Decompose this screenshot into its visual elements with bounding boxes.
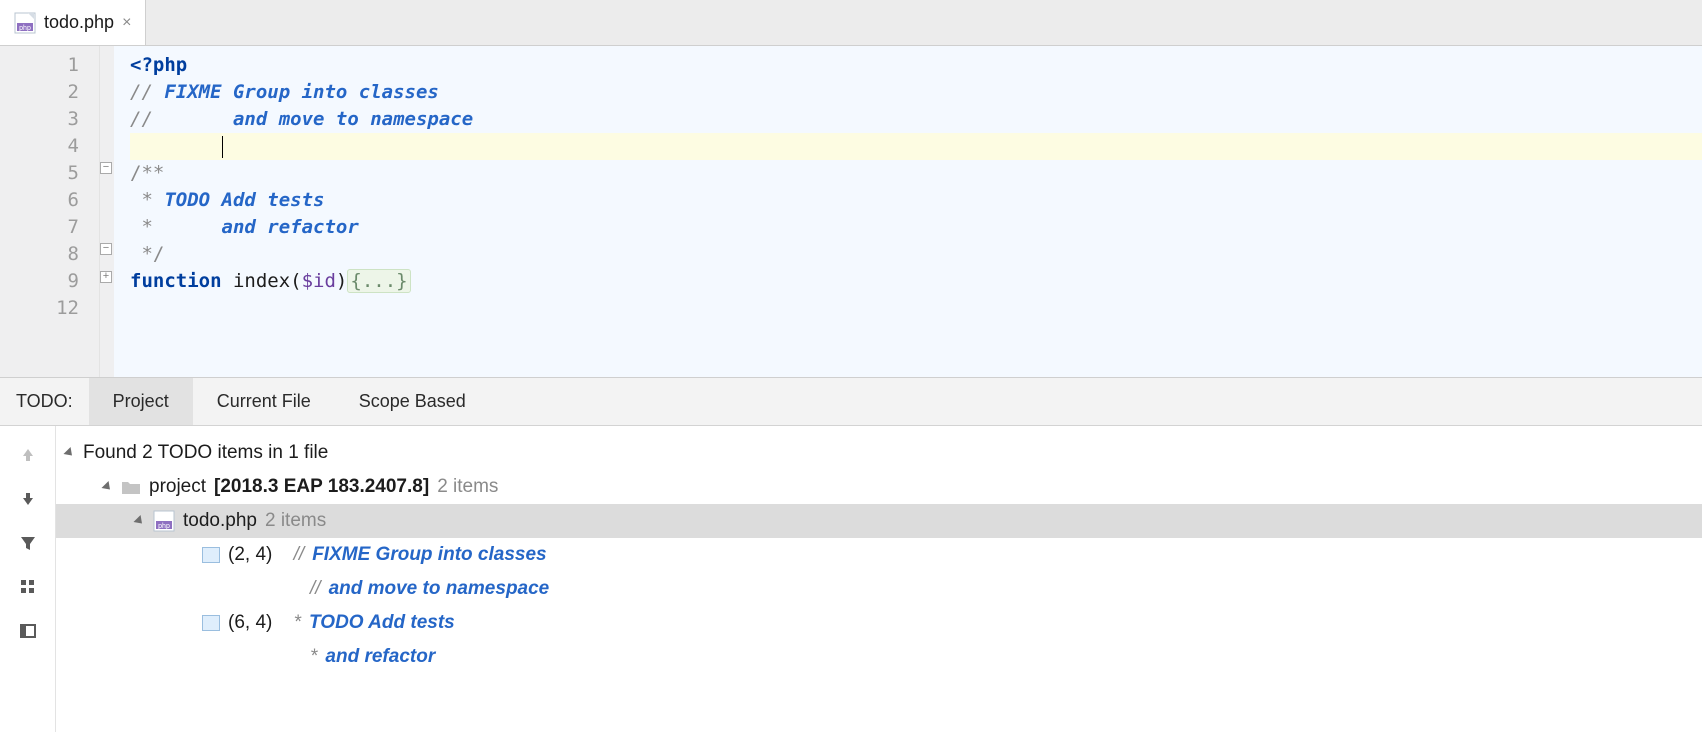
code-token: and refactor bbox=[222, 216, 359, 238]
chevron-down-icon[interactable] bbox=[63, 447, 75, 459]
todo-panel-header: TODO: Project Current File Scope Based bbox=[0, 378, 1702, 426]
code-token: ) bbox=[336, 270, 347, 292]
code-snippet-icon bbox=[202, 547, 220, 563]
arrow-down-icon[interactable] bbox=[15, 486, 41, 512]
project-name: project bbox=[149, 470, 206, 504]
project-count: 2 items bbox=[437, 470, 498, 504]
item-text: and move to namespace bbox=[329, 572, 550, 606]
text-caret bbox=[222, 136, 223, 158]
file-count: 2 items bbox=[265, 504, 326, 538]
todo-item-row[interactable]: (2, 4) // FIXME Group into classes bbox=[56, 538, 1702, 572]
editor-tab[interactable]: php todo.php × bbox=[0, 0, 146, 45]
current-line-highlight bbox=[130, 133, 1702, 160]
fold-marker-icon[interactable]: + bbox=[100, 271, 112, 283]
code-token: */ bbox=[130, 243, 164, 265]
item-position: (2, 4) bbox=[228, 538, 272, 572]
group-icon[interactable] bbox=[15, 574, 41, 600]
tab-filename: todo.php bbox=[44, 12, 114, 33]
code-token: <?php bbox=[130, 54, 187, 76]
folded-region[interactable]: {...} bbox=[347, 269, 410, 293]
item-prefix: // bbox=[310, 572, 321, 606]
item-text: and refactor bbox=[325, 640, 435, 674]
line-number-gutter: 1 2 3 4 5 6 7 8 9 12 bbox=[0, 46, 100, 377]
item-position: (6, 4) bbox=[228, 606, 272, 640]
code-token: function bbox=[130, 270, 222, 292]
layout-icon[interactable] bbox=[15, 618, 41, 644]
code-snippet-icon bbox=[202, 615, 220, 631]
code-token: /** bbox=[130, 162, 164, 184]
fold-marker-icon[interactable]: − bbox=[100, 162, 112, 174]
php-file-icon: php bbox=[153, 510, 175, 532]
todo-item-row[interactable]: (6, 4) * TODO Add tests bbox=[56, 606, 1702, 640]
item-prefix: // bbox=[294, 538, 305, 572]
chevron-down-icon[interactable] bbox=[101, 481, 113, 493]
folder-icon bbox=[121, 479, 141, 495]
todo-tab-current-file[interactable]: Current File bbox=[193, 378, 335, 425]
item-text: TODO Add tests bbox=[309, 606, 455, 640]
todo-project-row[interactable]: project [2018.3 EAP 183.2407.8] 2 items bbox=[56, 470, 1702, 504]
code-token: * bbox=[130, 189, 164, 211]
svg-text:php: php bbox=[158, 523, 170, 530]
code-token: // bbox=[130, 108, 233, 130]
code-token: FIXME Group into classes bbox=[164, 81, 439, 103]
code-token: index( bbox=[222, 270, 302, 292]
item-text: FIXME Group into classes bbox=[312, 538, 546, 572]
summary-text: Found 2 TODO items in 1 file bbox=[83, 436, 328, 470]
fold-marker-icon[interactable]: − bbox=[100, 243, 112, 255]
project-meta: [2018.3 EAP 183.2407.8] bbox=[214, 470, 429, 504]
code-token: and move to namespace bbox=[233, 108, 473, 130]
todo-tab-scope-based[interactable]: Scope Based bbox=[335, 378, 490, 425]
close-icon[interactable]: × bbox=[122, 14, 131, 32]
fold-gutter: − − + bbox=[100, 46, 114, 377]
arrow-up-icon[interactable] bbox=[15, 442, 41, 468]
item-prefix: * bbox=[294, 606, 301, 640]
code-token: $id bbox=[302, 270, 336, 292]
todo-item-continuation: // and move to namespace bbox=[56, 572, 1702, 606]
svg-text:php: php bbox=[19, 25, 31, 32]
code-token: // bbox=[130, 81, 164, 103]
code-editor[interactable]: 1 2 3 4 5 6 7 8 9 12 − − + <?php // FIXM… bbox=[0, 46, 1702, 378]
todo-toolbar bbox=[0, 426, 56, 732]
todo-tab-project[interactable]: Project bbox=[89, 378, 193, 425]
todo-panel-title: TODO: bbox=[0, 391, 89, 412]
todo-item-continuation: * and refactor bbox=[56, 640, 1702, 674]
todo-panel-body: Found 2 TODO items in 1 file project [20… bbox=[0, 426, 1702, 732]
code-area[interactable]: <?php // FIXME Group into classes // and… bbox=[114, 46, 1702, 377]
php-file-icon: php bbox=[14, 12, 36, 34]
code-token: TODO Add tests bbox=[164, 189, 324, 211]
item-prefix: * bbox=[310, 640, 317, 674]
todo-file-row[interactable]: php todo.php 2 items bbox=[56, 504, 1702, 538]
todo-summary-row[interactable]: Found 2 TODO items in 1 file bbox=[56, 436, 1702, 470]
editor-tab-bar: php todo.php × bbox=[0, 0, 1702, 46]
file-name: todo.php bbox=[183, 504, 257, 538]
filter-icon[interactable] bbox=[15, 530, 41, 556]
code-token: * bbox=[130, 216, 222, 238]
chevron-down-icon[interactable] bbox=[133, 515, 145, 527]
todo-tree[interactable]: Found 2 TODO items in 1 file project [20… bbox=[56, 426, 1702, 732]
